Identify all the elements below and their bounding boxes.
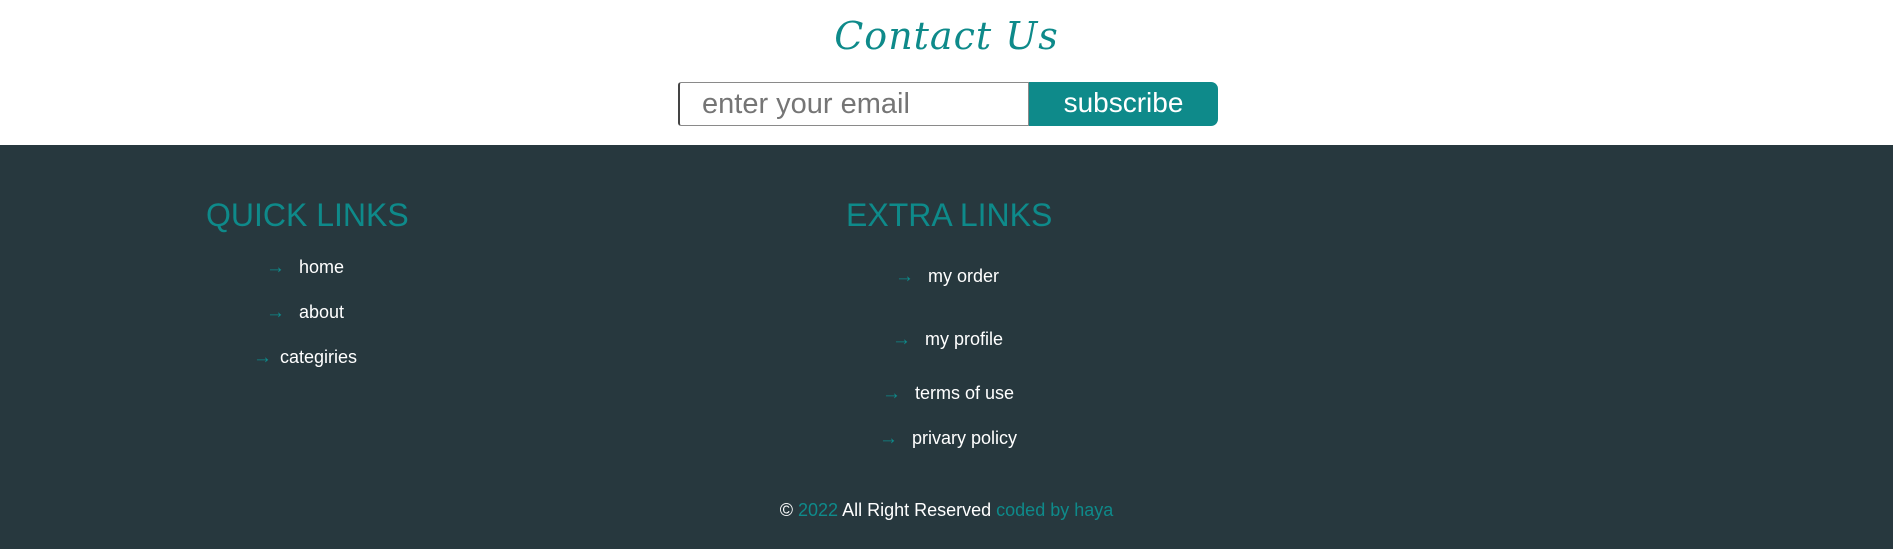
extra-link-privary-policy[interactable]: → privary policy [879,428,1017,449]
quick-link-home[interactable]: → home [266,257,344,278]
contact-section: Contact Us subscribe [0,0,1893,145]
arrow-right-icon: → [266,257,285,278]
copyright-year: 2022 [798,500,839,520]
arrow-right-icon: → [253,347,272,368]
quick-link-categiries[interactable]: → categiries [253,347,357,368]
email-input[interactable] [678,82,1029,126]
copyright-credit: coded by haya [996,500,1114,520]
copyright-text: All Right Reserved [842,500,992,520]
quick-link-label: home [299,257,345,277]
extra-link-label: terms of use [915,383,1015,403]
quick-link-about[interactable]: → about [266,302,344,323]
contact-title: Contact Us [834,14,1059,58]
extra-link-label: my order [928,266,1000,286]
footer: QUICK LINKS → home → about → categiries … [0,145,1893,549]
subscribe-button[interactable]: subscribe [1029,82,1218,126]
quick-link-label: categiries [280,347,358,367]
copyright-symbol: © [779,500,793,520]
extra-link-my-order[interactable]: → my order [895,266,999,287]
arrow-right-icon: → [266,302,285,323]
copyright: © 2022 All Right Reserved coded by haya [0,500,1893,521]
subscribe-form: subscribe [678,82,1218,126]
extra-link-terms-of-use[interactable]: → terms of use [882,383,1014,404]
quick-link-label: about [299,302,345,322]
extra-link-my-profile[interactable]: → my profile [892,329,1003,350]
extra-link-label: my profile [925,329,1004,349]
arrow-right-icon: → [892,329,911,350]
arrow-right-icon: → [882,383,901,404]
arrow-right-icon: → [879,428,898,449]
extra-link-label: privary policy [912,428,1018,448]
quick-links-heading: QUICK LINKS [206,197,409,233]
extra-links-heading: EXTRA LINKS [846,197,1053,233]
arrow-right-icon: → [895,266,914,287]
